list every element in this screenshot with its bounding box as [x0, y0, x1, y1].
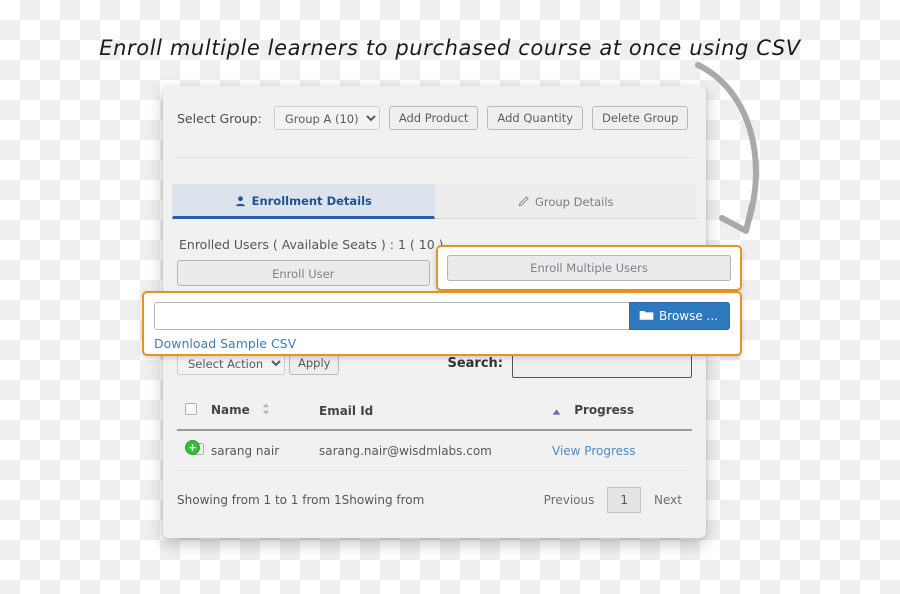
toolbar-divider [175, 157, 694, 158]
pencil-icon [518, 196, 529, 207]
row-select-cell[interactable]: + [177, 430, 211, 471]
tab-bar: Enrollment Details Group Details [172, 184, 697, 219]
enroll-user-button[interactable]: Enroll User [177, 260, 430, 286]
next-page-button[interactable]: Next [644, 493, 692, 507]
select-all-checkbox[interactable] [185, 403, 197, 415]
header-progress-label: Progress [574, 403, 635, 418]
user-icon [235, 195, 246, 207]
header-email-id-label: Email Id [319, 403, 374, 418]
browse-button[interactable]: Browse ... [629, 302, 730, 330]
csv-upload-callout: Browse ... Download Sample CSV [142, 291, 742, 356]
enrolled-users-table: Name Email Id Progress + sarang nair sar… [177, 392, 692, 471]
pagination-info: Showing from 1 to 1 from 1Showing from [177, 493, 425, 507]
plus-badge: + [185, 440, 200, 455]
folder-icon [639, 309, 654, 324]
group-select[interactable]: Group A (10) [273, 106, 380, 130]
file-upload-row: Browse ... [154, 302, 730, 330]
enroll-multiple-users-callout: Enroll Multiple Users [436, 245, 742, 291]
sort-icon[interactable] [262, 403, 270, 418]
previous-page-button[interactable]: Previous [534, 493, 605, 507]
add-quantity-button[interactable]: Add Quantity [487, 106, 584, 130]
table-row: + sarang nair sarang.nair@wisdmlabs.com … [177, 430, 692, 471]
table-body: + sarang nair sarang.nair@wisdmlabs.com … [177, 430, 692, 471]
header-name[interactable]: Name [211, 392, 319, 431]
tab-group-details[interactable]: Group Details [434, 184, 697, 218]
csv-file-input[interactable] [154, 302, 630, 330]
table-head: Name Email Id Progress [177, 392, 692, 431]
tab-enrollment-details[interactable]: Enrollment Details [172, 184, 435, 219]
header-progress[interactable]: Progress [552, 392, 692, 431]
select-group-label: Select Group: [177, 110, 262, 126]
browse-button-label: Browse ... [659, 309, 718, 323]
row-name: sarang nair [211, 430, 319, 471]
enroll-multiple-users-button[interactable]: Enroll Multiple Users [447, 255, 731, 281]
add-user-plus-icon[interactable]: + [185, 440, 207, 456]
sort-asc-icon[interactable] [552, 404, 561, 418]
header-email-id[interactable]: Email Id [319, 392, 552, 431]
add-product-button[interactable]: Add Product [388, 106, 479, 130]
tab-enrollment-details-label: Enrollment Details [251, 194, 372, 208]
header-select-all[interactable] [177, 392, 211, 431]
row-progress-cell: View Progress [552, 430, 692, 471]
search-label: Search: [447, 355, 503, 371]
delete-group-button[interactable]: Delete Group [592, 106, 689, 130]
row-email: sarang.nair@wisdmlabs.com [319, 430, 552, 471]
group-toolbar: Select Group: Group A (10) Add Product A… [163, 86, 706, 130]
tab-group-details-label: Group Details [534, 194, 614, 209]
view-progress-link[interactable]: View Progress [552, 444, 636, 458]
table-header-row: Name Email Id Progress [177, 392, 692, 431]
table-footer: Showing from 1 to 1 from 1Showing from P… [177, 487, 692, 523]
header-name-label: Name [211, 403, 250, 417]
download-sample-csv-link[interactable]: Download Sample CSV [154, 336, 296, 351]
page-number-button[interactable]: 1 [607, 487, 642, 513]
